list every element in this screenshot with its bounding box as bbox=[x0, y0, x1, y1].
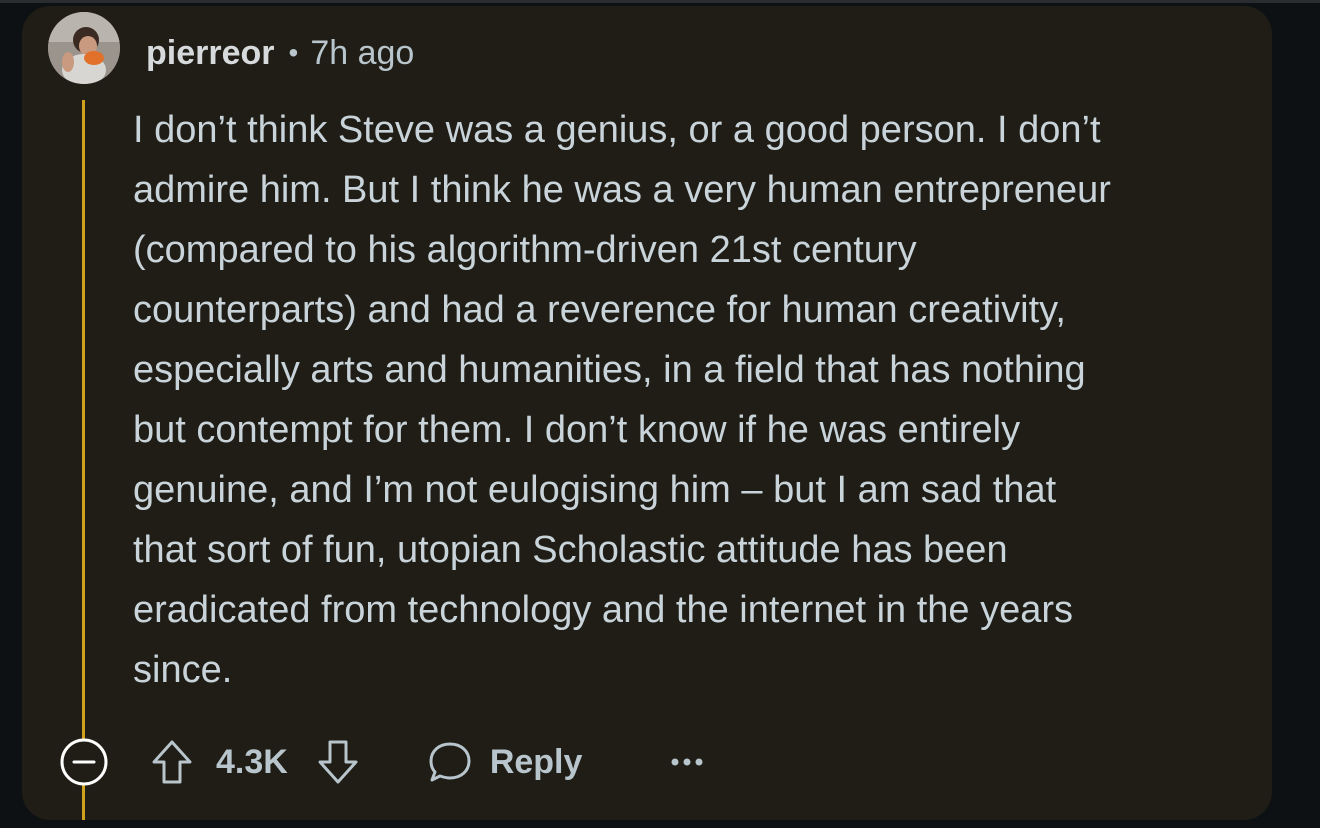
speech-bubble-icon bbox=[426, 738, 474, 786]
top-border bbox=[0, 0, 1320, 3]
reply-label: Reply bbox=[489, 742, 583, 781]
thread-line[interactable] bbox=[82, 100, 85, 820]
comment-actions: 4.3K Reply bbox=[58, 734, 704, 790]
arrow-down-outline-icon[interactable] bbox=[316, 738, 360, 786]
comment-meta: pierreor • 7h ago bbox=[146, 30, 414, 76]
arrow-up-outline-icon[interactable] bbox=[150, 738, 194, 786]
vote-score: 4.3K bbox=[216, 742, 288, 781]
reply-button[interactable]: Reply bbox=[426, 738, 583, 786]
user-avatar[interactable] bbox=[48, 12, 120, 84]
comment-body: I don’t think Steve was a genius, or a g… bbox=[133, 109, 1111, 691]
ellipsis-icon[interactable] bbox=[670, 756, 704, 768]
timestamp: 7h ago bbox=[310, 33, 415, 72]
meta-separator: • bbox=[288, 37, 299, 68]
minus-circle-icon[interactable] bbox=[58, 736, 110, 788]
username[interactable]: pierreor bbox=[146, 34, 275, 73]
